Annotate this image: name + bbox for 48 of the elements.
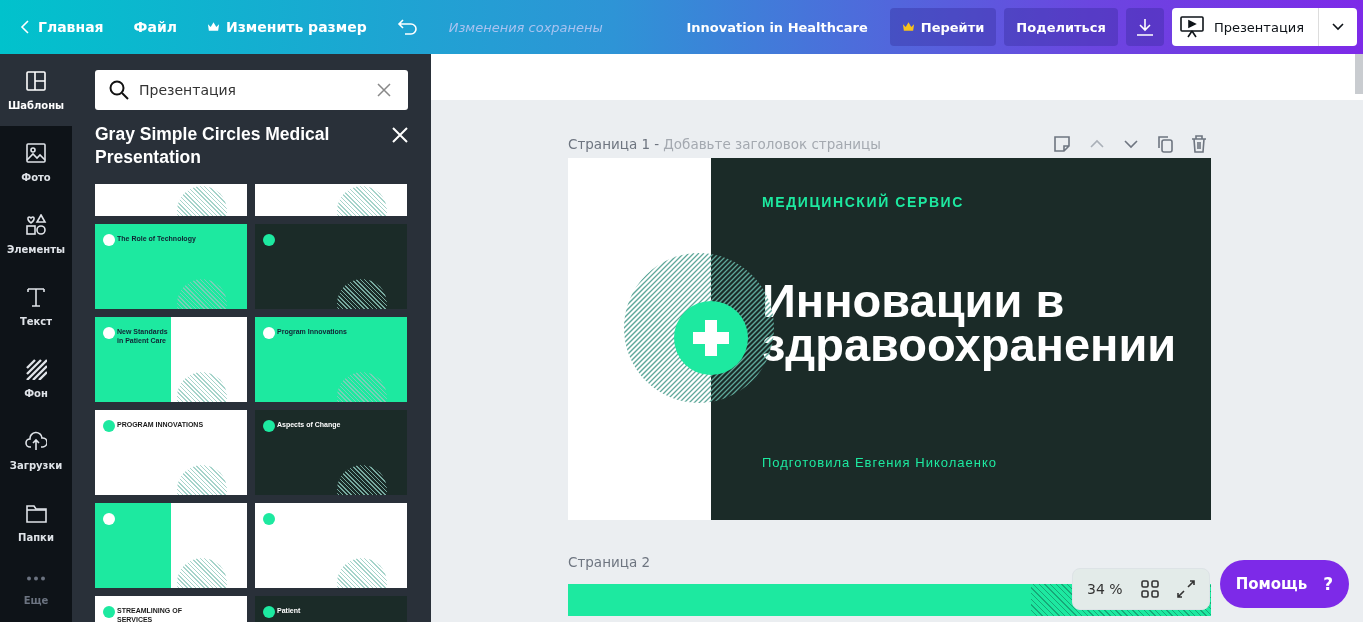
stripes-icon	[25, 357, 47, 380]
share-button[interactable]: Поделиться	[1004, 8, 1118, 46]
sidebar-tab[interactable]: Элементы	[0, 198, 72, 270]
sidebar-tab[interactable]: Загрузки	[0, 414, 72, 486]
slide-subtitle: Подготовила Евгения Николаенко	[762, 455, 998, 470]
crown-icon	[207, 21, 220, 33]
page-label: Страница 1 -	[568, 136, 660, 152]
expand-icon[interactable]	[1176, 580, 1195, 598]
zoom-level[interactable]: 34 %	[1087, 581, 1123, 597]
image-icon	[25, 141, 47, 164]
clear-icon[interactable]	[377, 83, 391, 97]
page-label: Страница 2	[568, 554, 651, 570]
shapes-icon	[25, 213, 47, 236]
document-title[interactable]: Innovation in Healthcare	[686, 19, 868, 35]
note-icon[interactable]	[1053, 135, 1071, 153]
search-icon	[109, 80, 129, 100]
crown-icon	[901, 21, 915, 33]
copy-icon[interactable]	[1157, 135, 1173, 153]
chevron-down-icon[interactable]	[1123, 139, 1139, 149]
help-button[interactable]: Помощь ?	[1219, 560, 1349, 608]
slide-eyebrow: МЕДИЦИНСКИЙ СЕРВИС	[762, 194, 965, 210]
search-field[interactable]: Презентация	[95, 70, 408, 110]
go-button[interactable]: Перейти	[889, 8, 997, 46]
undo-icon[interactable]	[396, 18, 419, 36]
chevron-down-icon	[1331, 22, 1345, 32]
sidebar-tab[interactable]: Фото	[0, 126, 72, 198]
close-icon[interactable]	[392, 127, 408, 143]
more-icon	[26, 576, 46, 581]
chevron-left-icon	[20, 19, 30, 35]
sidebar-tab[interactable]: Текст	[0, 270, 72, 342]
text-icon	[25, 285, 47, 308]
download-icon	[1135, 18, 1154, 36]
template-title: Gray Simple Circles Medical Presentation	[95, 123, 331, 169]
template-thumbnail[interactable]	[95, 503, 247, 588]
trash-icon[interactable]	[1191, 135, 1207, 153]
plus-icon	[674, 301, 748, 375]
layout-icon	[25, 69, 47, 92]
sidebar-tab[interactable]: Фон	[0, 342, 72, 414]
cloud-upload-icon	[25, 429, 47, 452]
save-status: Изменения сохранены	[448, 19, 603, 35]
presentation-screen-icon	[1179, 16, 1204, 38]
scrollbar[interactable]	[1355, 54, 1363, 94]
sidebar-tab[interactable]: Шаблоны	[0, 54, 72, 126]
sidebar-tab[interactable]: Папки	[0, 486, 72, 558]
template-thumbnail[interactable]	[255, 224, 407, 309]
grid-icon[interactable]	[1140, 580, 1159, 598]
template-thumbnail[interactable]	[255, 503, 407, 588]
download-button[interactable]	[1125, 8, 1164, 46]
